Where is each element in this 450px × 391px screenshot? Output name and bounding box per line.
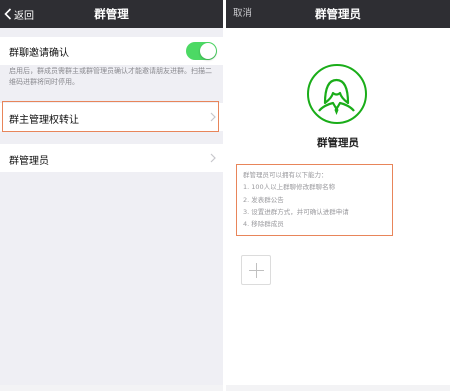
group-admins-label: 群管理员: [9, 156, 49, 167]
group-admins-cell[interactable]: 群管理员: [0, 144, 223, 172]
toggle-knob: [200, 43, 216, 59]
page-title: 群管理员: [315, 7, 361, 21]
group-admin-screen: 取消 群管理员 群管理员 群管理员可以拥有以下能力： 1. 100人以上群聊修改…: [226, 0, 450, 391]
role-title: 群管理员: [317, 137, 359, 149]
bottom-strip: [226, 385, 450, 391]
invite-confirm-description: 启用后，群成员需群主或群管理员确认才能邀请朋友进群。扫描二维码进群将同时停用。: [9, 67, 212, 86]
invite-confirm-toggle[interactable]: [186, 42, 217, 60]
highlight-box: [236, 164, 393, 236]
chevron-left-icon: [4, 8, 12, 20]
back-label: 返回: [14, 10, 34, 22]
highlight-box: [2, 101, 219, 132]
nav-bar: 返回 群管理: [0, 0, 223, 28]
invite-confirm-label: 群聊邀请确认: [9, 48, 69, 59]
nav-bar: 取消 群管理员: [226, 0, 450, 28]
person-icon: [318, 78, 355, 115]
chevron-right-icon: [210, 153, 216, 163]
group-management-screen: 返回 群管理 群聊邀请确认 启用后，群成员需群主或群管理员确认才能邀请朋友进群。…: [0, 0, 223, 391]
add-admin-button[interactable]: [241, 255, 271, 285]
admin-avatar: [307, 64, 367, 124]
back-button[interactable]: 返回: [4, 0, 34, 28]
bottom-strip: [0, 385, 223, 391]
cancel-button[interactable]: 取消: [233, 0, 252, 28]
